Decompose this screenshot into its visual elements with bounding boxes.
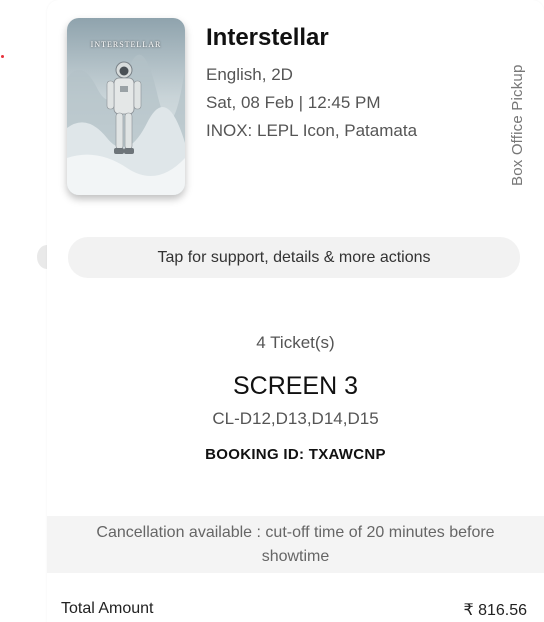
booking-id: BOOKING ID: TXAWCNP <box>205 446 386 463</box>
movie-title: Interstellar <box>206 24 329 51</box>
seat-numbers: CL-D12,D13,D14,D15 <box>212 409 379 428</box>
ticket-count: 4 Ticket(s) <box>256 333 335 352</box>
booking-summary-page: INTERSTELLAR Interstellar English, 2D Sa… <box>0 0 544 622</box>
cancellation-notice: Cancellation available : cut-off time of… <box>47 516 544 573</box>
pickup-label: Box Office Pickup <box>509 64 526 186</box>
screen-name: SCREEN 3 <box>232 372 359 400</box>
show-datetime: Sat, 08 Feb | 12:45 PM <box>206 93 381 112</box>
movie-language-format: English, 2D <box>206 65 293 84</box>
movie-poster[interactable]: INTERSTELLAR <box>67 18 185 195</box>
cancellation-text: Cancellation available : cut-off time of… <box>96 523 495 565</box>
ticket-card: INTERSTELLAR Interstellar English, 2D Sa… <box>47 0 544 622</box>
total-amount-label: Total Amount <box>61 600 154 617</box>
poster-title-text: INTERSTELLAR <box>90 40 162 49</box>
total-amount-value: ₹ 816.56 <box>463 602 527 619</box>
venue-name: INOX: LEPL Icon, Patamata <box>206 121 418 140</box>
indicator-dot <box>1 55 4 58</box>
support-actions-button[interactable]: Tap for support, details & more actions <box>68 237 520 278</box>
